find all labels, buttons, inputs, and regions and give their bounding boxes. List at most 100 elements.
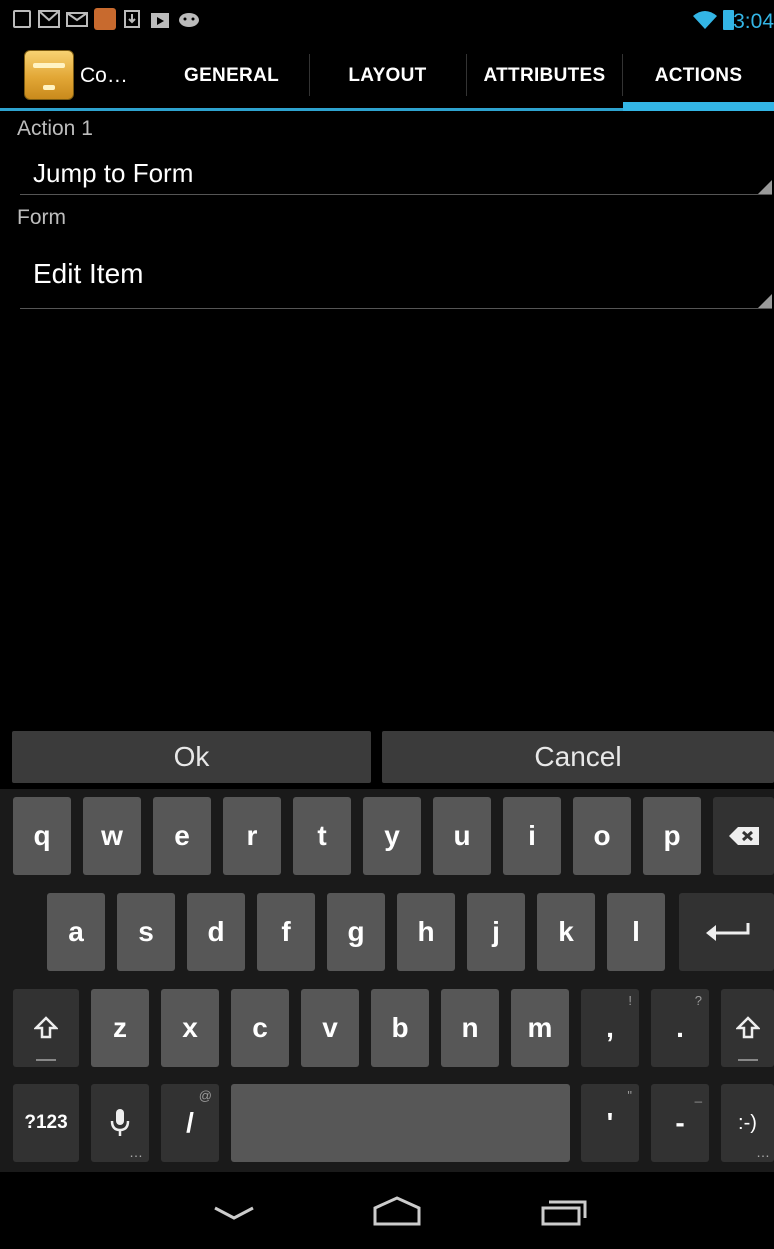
tab-general[interactable]: GENERAL <box>155 40 308 112</box>
gmail-icon <box>38 10 60 28</box>
key-label: t <box>317 820 327 851</box>
tab-attributes[interactable]: ATTRIBUTES <box>467 40 622 112</box>
key-label: b <box>391 1012 409 1043</box>
space-key[interactable] <box>231 1084 570 1162</box>
key-label: u <box>453 820 471 851</box>
backspace-key[interactable] <box>713 797 774 875</box>
key-label: d <box>207 916 225 947</box>
microphone-icon <box>110 1109 130 1136</box>
key-dash[interactable]: _ - <box>651 1084 709 1162</box>
key-g[interactable]: g <box>327 893 385 971</box>
key-y[interactable]: y <box>363 797 421 875</box>
app-icon[interactable] <box>24 50 74 100</box>
key-z[interactable]: z <box>91 989 149 1067</box>
recent-apps-icon[interactable] <box>540 1198 588 1226</box>
key-x[interactable]: x <box>161 989 219 1067</box>
navigation-bar <box>0 1172 774 1249</box>
key-i[interactable]: i <box>503 797 561 875</box>
key-label: h <box>417 916 435 947</box>
spinner-underline <box>20 194 772 195</box>
form-label: Form <box>17 206 66 229</box>
enter-key[interactable] <box>679 893 774 971</box>
key-label: . <box>676 1012 684 1043</box>
cancel-button[interactable]: Cancel <box>382 731 774 783</box>
key-sub-label: _ <box>694 1088 702 1103</box>
action-1-spinner[interactable]: Jump to Form <box>20 148 772 195</box>
key-k[interactable]: k <box>537 893 595 971</box>
key-sub-label: " <box>627 1088 632 1103</box>
key-t[interactable]: t <box>293 797 351 875</box>
key-label: w <box>101 820 123 851</box>
key-e[interactable]: e <box>153 797 211 875</box>
wifi-icon <box>693 11 717 29</box>
tab-layout-label: LAYOUT <box>348 65 427 86</box>
cancel-button-label: Cancel <box>534 741 622 772</box>
key-label: :-) <box>738 1111 757 1134</box>
back-icon[interactable] <box>212 1200 256 1222</box>
key-m[interactable]: m <box>511 989 569 1067</box>
key-label: ' <box>606 1107 614 1138</box>
key-label: y <box>384 820 400 851</box>
key-c[interactable]: c <box>231 989 289 1067</box>
shift-icon <box>735 1016 760 1039</box>
key-label: m <box>527 1012 553 1043</box>
key-label: z <box>113 1012 127 1043</box>
key-label: s <box>138 916 154 947</box>
key-b[interactable]: b <box>371 989 429 1067</box>
key-o[interactable]: o <box>573 797 631 875</box>
android-icon <box>179 13 199 27</box>
shift-key-right[interactable] <box>721 989 774 1067</box>
shift-icon <box>34 1016 58 1039</box>
key-label: x <box>182 1012 198 1043</box>
download-icon <box>124 10 140 28</box>
key-d[interactable]: d <box>187 893 245 971</box>
ok-button[interactable]: Ok <box>12 731 371 783</box>
key-label: o <box>593 820 611 851</box>
key-h[interactable]: h <box>397 893 455 971</box>
shift-key-left[interactable] <box>13 989 79 1067</box>
smiley-key[interactable]: :-) … <box>721 1084 774 1162</box>
home-icon[interactable] <box>372 1196 422 1226</box>
key-j[interactable]: j <box>467 893 525 971</box>
key-n[interactable]: n <box>441 989 499 1067</box>
status-time: 3:04 <box>733 10 774 33</box>
play-store-icon <box>151 13 169 28</box>
symbols-key[interactable]: ?123 <box>13 1084 79 1162</box>
form-spinner[interactable]: Edit Item <box>20 240 772 309</box>
key-p[interactable]: p <box>643 797 701 875</box>
ok-button-label: Ok <box>173 741 210 772</box>
key-q[interactable]: q <box>13 797 71 875</box>
tab-layout[interactable]: LAYOUT <box>310 40 465 112</box>
key-sub-label: ! <box>628 993 632 1008</box>
mail-icon <box>66 12 88 27</box>
key-comma[interactable]: ! , <box>581 989 639 1067</box>
key-a[interactable]: a <box>47 893 105 971</box>
key-w[interactable]: w <box>83 797 141 875</box>
key-sub-label: ? <box>694 993 702 1008</box>
more-dots: … <box>129 1144 143 1160</box>
key-label: n <box>461 1012 479 1043</box>
key-label: e <box>174 820 190 851</box>
app-icon-drawer <box>33 63 65 68</box>
key-l[interactable]: l <box>607 893 665 971</box>
tab-attributes-label: ATTRIBUTES <box>483 65 606 86</box>
key-label: ?123 <box>24 1112 68 1133</box>
key-s[interactable]: s <box>117 893 175 971</box>
key-u[interactable]: u <box>433 797 491 875</box>
key-r[interactable]: r <box>223 797 281 875</box>
shift-indicator <box>738 1059 758 1061</box>
voice-input-key[interactable]: … <box>91 1084 149 1162</box>
key-label: l <box>632 916 640 947</box>
more-dots: … <box>756 1144 770 1160</box>
key-slash[interactable]: @ / <box>161 1084 219 1162</box>
selected-tab-indicator <box>623 102 774 111</box>
key-label: v <box>322 1012 338 1043</box>
key-f[interactable]: f <box>257 893 315 971</box>
enter-icon <box>705 923 749 941</box>
spinner-underline <box>20 308 772 309</box>
key-label: f <box>281 916 291 947</box>
key-period[interactable]: ? . <box>651 989 709 1067</box>
action-1-value: Jump to Form <box>33 158 194 188</box>
key-v[interactable]: v <box>301 989 359 1067</box>
key-apostrophe[interactable]: " ' <box>581 1084 639 1162</box>
